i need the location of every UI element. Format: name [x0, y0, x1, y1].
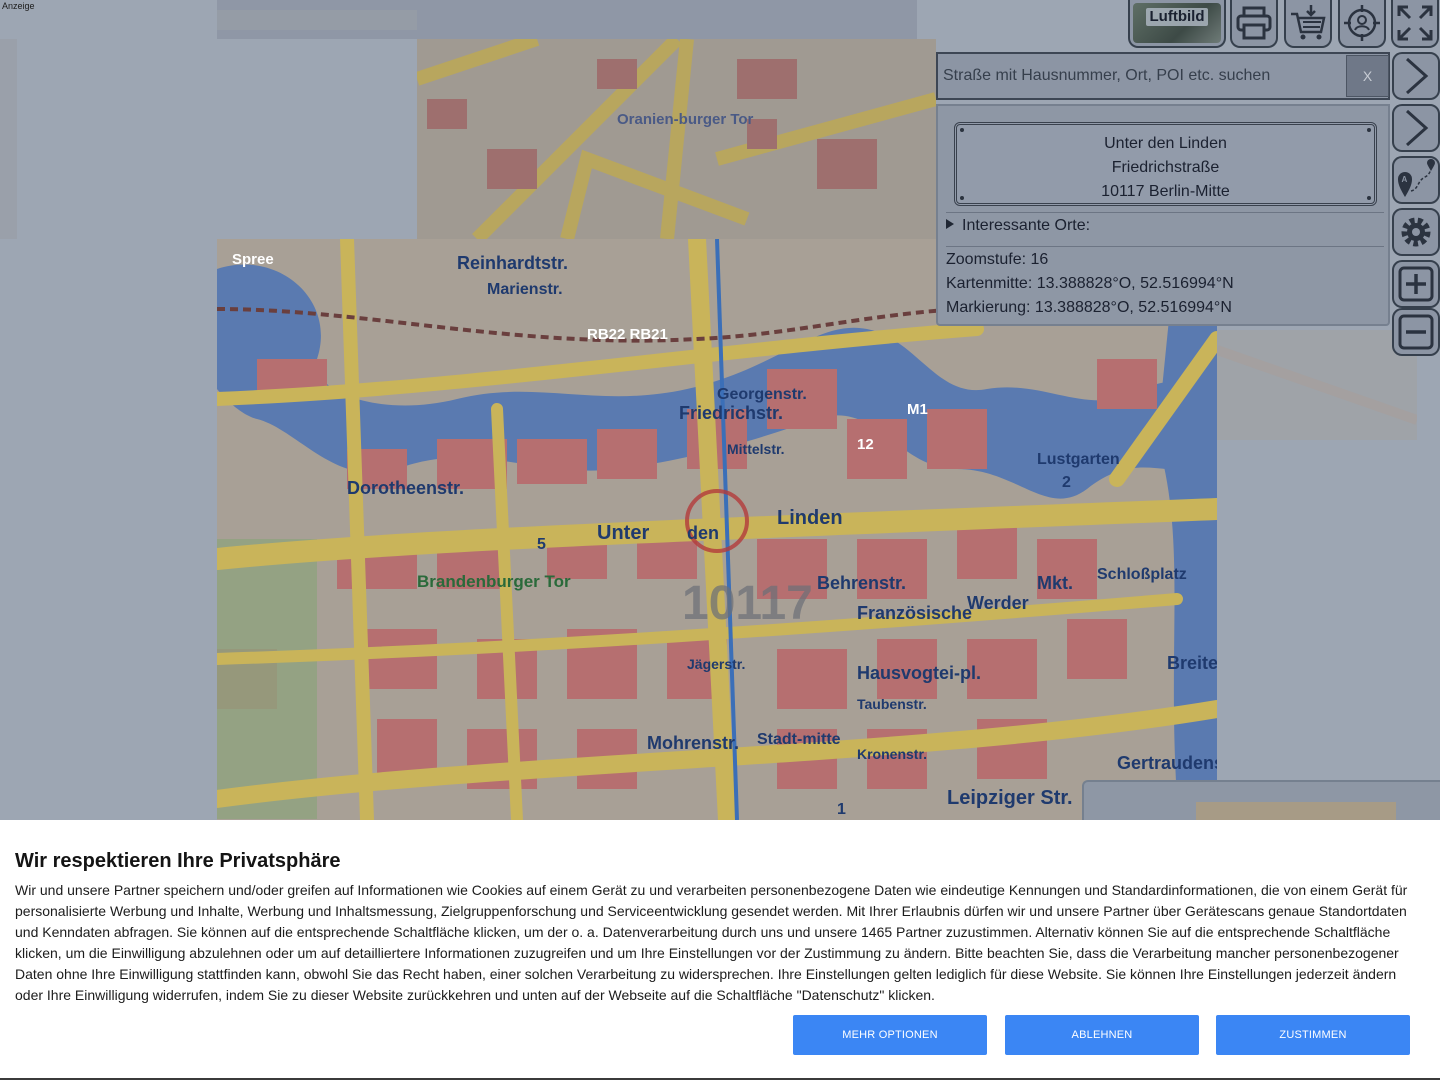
- map-label: 2: [1062, 474, 1071, 491]
- postal-code-label: 10117: [682, 577, 813, 630]
- shop-download-button[interactable]: [1284, 0, 1332, 48]
- map-label: 5: [537, 536, 546, 553]
- address-card: Unter den Linden Friedrichstraße 10117 B…: [954, 122, 1377, 206]
- fullscreen-button[interactable]: [1391, 0, 1439, 48]
- plus-icon: [1398, 266, 1434, 302]
- printer-icon: [1236, 6, 1272, 40]
- map-label: Französische: [857, 603, 972, 623]
- aerial-view-label: Luftbild: [1145, 8, 1209, 26]
- map-label: Lustgarten: [1037, 451, 1120, 468]
- map-label: Mkt.: [1037, 573, 1073, 593]
- locate-me-icon: [1344, 5, 1380, 41]
- divider: [946, 212, 1384, 213]
- map-label: Mittelstr.: [727, 441, 785, 457]
- ad-label: Anzeige: [2, 1, 35, 11]
- map-label: Oranien-burger Tor: [617, 111, 754, 128]
- map-label: Reinhardtstr.: [457, 253, 568, 273]
- map-label: Friedrichstr.: [679, 403, 783, 423]
- map-label: Marienstr.: [487, 281, 563, 298]
- gear-icon: [1401, 217, 1431, 247]
- svg-text:A: A: [1402, 175, 1408, 184]
- map-label: M1: [907, 401, 928, 418]
- marker-coords-text: Markierung: 13.388828°O, 52.516994°N: [946, 299, 1232, 316]
- map-label: 12: [857, 436, 874, 453]
- map-info: Zoomstufe: 16 Kartenmitte: 13.388828°O, …: [946, 248, 1234, 320]
- location-info-panel: Unter den Linden Friedrichstraße 10117 B…: [936, 104, 1390, 326]
- map-label: RB22 RB21: [587, 326, 668, 343]
- map-label: Hausvogtei-pl.: [857, 663, 981, 683]
- map-label: Jägerstr.: [687, 656, 745, 672]
- overview-map-thumbnail: [1196, 802, 1396, 822]
- poi-disclosure[interactable]: Interessante Orte:: [946, 214, 1384, 247]
- address-street: Unter den Linden: [1104, 135, 1227, 152]
- map-label: Behrenstr.: [817, 573, 906, 593]
- map-center-text: Kartenmitte: 13.388828°O, 52.516994°N: [946, 275, 1234, 292]
- settings-button[interactable]: [1392, 208, 1440, 256]
- map-tile: [1217, 330, 1417, 440]
- map-label: Werder: [967, 593, 1029, 613]
- map-tile: Oranien-burger Tor: [417, 39, 936, 239]
- zoom-out-button[interactable]: [1392, 308, 1440, 356]
- map-label: Leipziger Str.: [947, 787, 1073, 809]
- map-label: Spree: [232, 251, 274, 268]
- more-options-button[interactable]: MEHR OPTIONEN: [793, 1015, 987, 1055]
- zoom-level-text: Zoomstufe: 16: [946, 251, 1049, 268]
- panel-toggle-button[interactable]: [1392, 104, 1440, 152]
- map-label: Linden: [777, 507, 843, 529]
- map-label: 1: [837, 801, 846, 818]
- consent-banner: Wir respektieren Ihre Privatsphäre Wir u…: [0, 820, 1440, 1080]
- chevron-right-icon: [1405, 57, 1429, 95]
- search-submit-button[interactable]: [1392, 52, 1440, 100]
- map-label: Taubenstr.: [857, 696, 927, 712]
- aerial-thumbnail: Luftbild: [1133, 3, 1221, 43]
- search-input[interactable]: [938, 54, 1346, 98]
- map-label: Schloßplatz: [1097, 566, 1187, 583]
- zoom-in-button[interactable]: [1392, 260, 1440, 308]
- minus-icon: [1398, 314, 1434, 350]
- map-label: Mohrenstr.: [647, 733, 739, 753]
- map-label: Unter: [597, 522, 649, 544]
- aerial-view-button[interactable]: Luftbild: [1128, 0, 1226, 48]
- fullscreen-icon: [1397, 5, 1433, 41]
- reject-button[interactable]: ABLEHNEN: [1005, 1015, 1199, 1055]
- map-label: Dorotheenstr.: [347, 478, 464, 498]
- consent-title: Wir respektieren Ihre Privatsphäre: [15, 850, 341, 872]
- address-city: 10117 Berlin-Mitte: [1101, 183, 1230, 200]
- accept-button[interactable]: ZUSTIMMEN: [1216, 1015, 1410, 1055]
- map-label: Breite Str.: [1167, 653, 1217, 673]
- overview-map[interactable]: [1082, 780, 1440, 822]
- map-label: Brandenburger Tor: [417, 572, 571, 591]
- search-bar: X: [936, 52, 1390, 100]
- chevron-right-icon: [1405, 109, 1429, 147]
- search-clear-button[interactable]: X: [1346, 55, 1389, 97]
- map-label: Gertraudenstr.: [1117, 753, 1217, 773]
- route-icon: A: [1398, 159, 1435, 197]
- map-tile: [0, 39, 17, 239]
- route-planner-button[interactable]: A: [1392, 156, 1440, 204]
- locate-button[interactable]: [1338, 0, 1386, 48]
- map-label: Stadt-mitte: [757, 731, 841, 748]
- map-label: Georgenstr.: [717, 386, 807, 403]
- poi-label: Interessante Orte:: [962, 217, 1091, 234]
- map-label: den: [687, 523, 719, 543]
- consent-text: Wir und unsere Partner speichern und/ode…: [15, 882, 1408, 1003]
- address-cross-street: Friedrichstraße: [1111, 159, 1220, 176]
- cart-download-icon: [1291, 5, 1326, 40]
- disclosure-triangle-icon: [946, 219, 954, 229]
- map-tile: [217, 0, 917, 39]
- map-tile: Friedrichstr. Unter den Linden Behrenstr…: [217, 239, 1217, 820]
- print-button[interactable]: [1230, 0, 1278, 48]
- map-label: Kronenstr.: [857, 746, 927, 762]
